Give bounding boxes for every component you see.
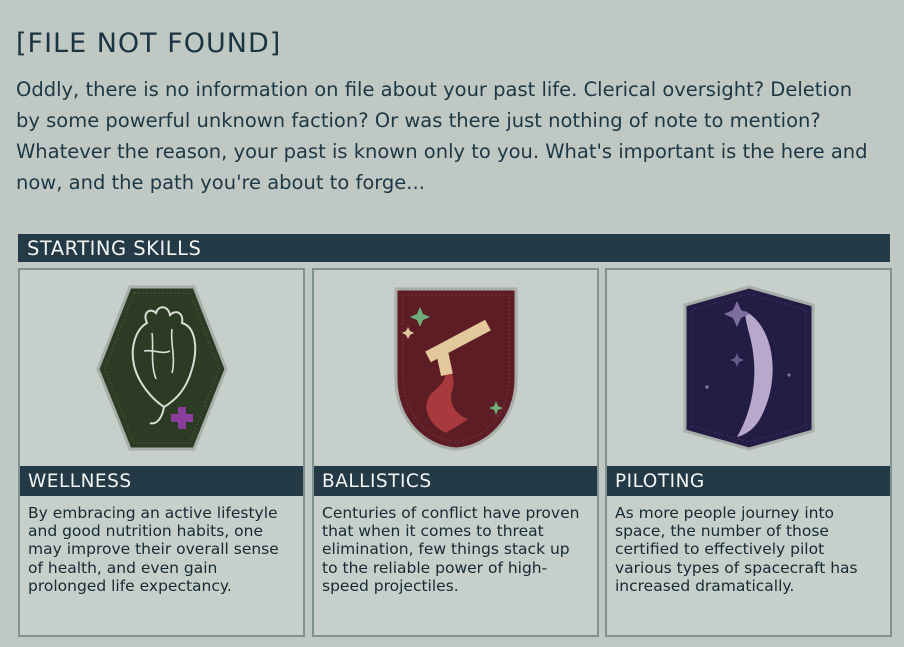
skill-card-ballistics[interactable]: BALLISTICS Centuries of conflict have pr…	[312, 268, 599, 637]
skill-description: As more people journey into space, the n…	[615, 504, 858, 595]
background-description: Oddly, there is no information on file a…	[16, 78, 868, 194]
starting-skills-header: STARTING SKILLS	[18, 234, 890, 262]
skill-name: PILOTING	[607, 466, 890, 496]
piloting-badge	[607, 270, 890, 466]
spaceship-trail-icon	[683, 285, 814, 451]
skill-description: By embracing an active lifestyle and goo…	[28, 504, 279, 595]
skill-card-piloting[interactable]: PILOTING As more people journey into spa…	[605, 268, 892, 637]
anatomical-heart-icon	[95, 285, 228, 451]
wellness-badge	[20, 270, 303, 466]
pistol-tentacle-icon	[394, 287, 517, 451]
page-title: [FILE NOT FOUND]	[16, 28, 282, 59]
skill-description: Centuries of conflict have proven that w…	[322, 504, 580, 595]
skill-card-wellness[interactable]: WELLNESS By embracing an active lifestyl…	[18, 268, 305, 637]
skill-name: WELLNESS	[20, 466, 303, 496]
ballistics-badge	[314, 270, 597, 466]
skill-name: BALLISTICS	[314, 466, 597, 496]
